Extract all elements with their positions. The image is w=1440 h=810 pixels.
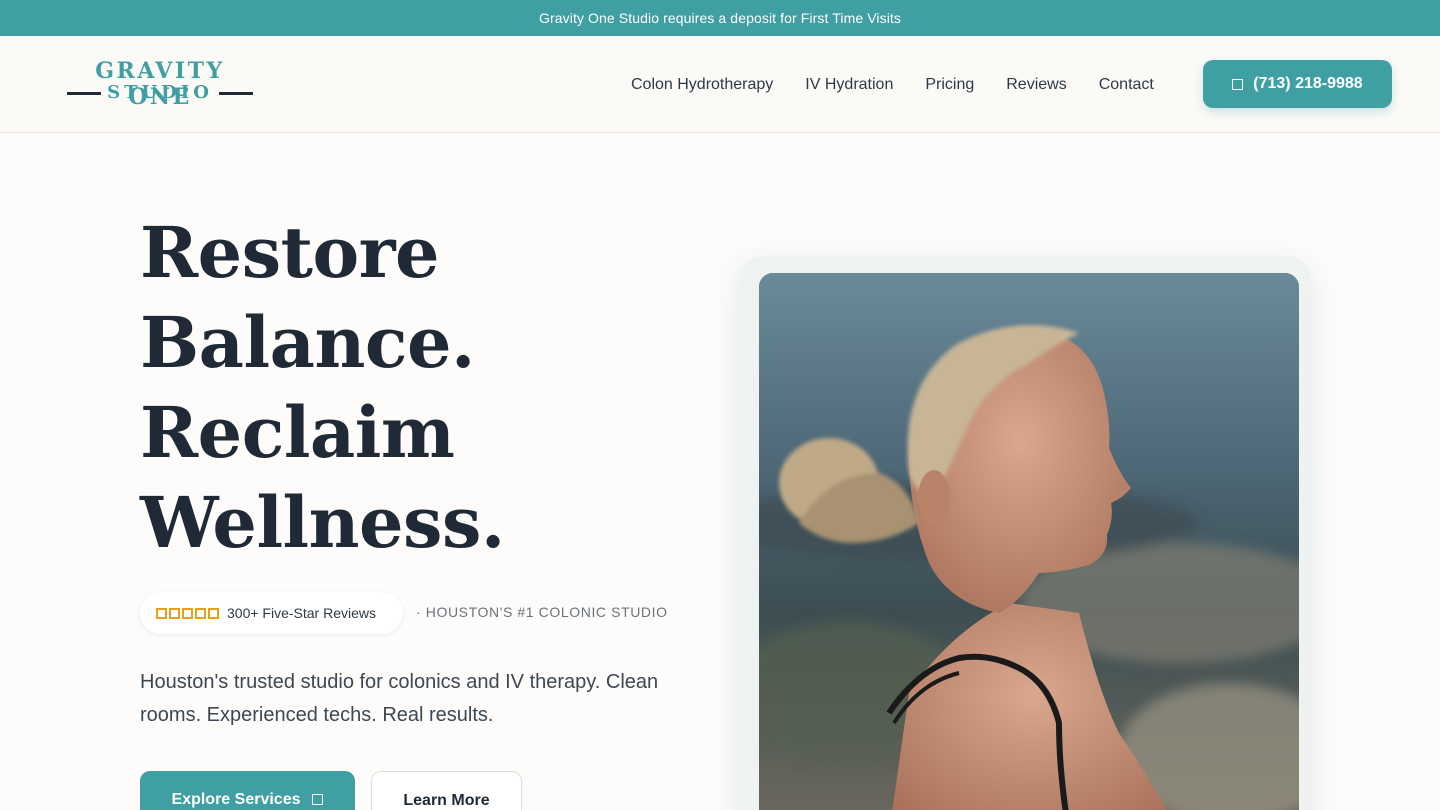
nav-iv-hydration[interactable]: IV Hydration: [789, 73, 909, 97]
nav-colon-hydrotherapy[interactable]: Colon Hydrotherapy: [615, 73, 789, 97]
hero-title-line: Wellness.: [140, 481, 505, 564]
star-icon: [195, 607, 206, 619]
logo-subtitle: STUDIO: [107, 82, 213, 103]
hero-title: Restore Balance. Reclaim Wellness.: [140, 208, 660, 568]
phone-icon: [1232, 78, 1244, 90]
site-header: GRAVITY ONE STUDIO Colon Hydrotherapy IV…: [0, 36, 1440, 133]
phone-button-label: (713) 218-9988: [1253, 75, 1363, 92]
logo[interactable]: GRAVITY ONE STUDIO: [60, 58, 260, 110]
explore-services-label: Explore Services: [171, 791, 301, 808]
logo-rule-left: [67, 91, 102, 95]
hero-title-line: Restore: [140, 211, 440, 294]
hero-title-line: Reclaim: [140, 391, 455, 474]
nav-reviews[interactable]: Reviews: [990, 73, 1082, 97]
phone-button[interactable]: (713) 218-9988: [1203, 60, 1392, 108]
learn-more-label: Learn More: [403, 792, 490, 809]
reviews-badge[interactable]: 300+ Five-Star Reviews: [140, 592, 403, 634]
reviews-badge-text: 300+ Five-Star Reviews: [227, 605, 377, 621]
nav-pricing[interactable]: Pricing: [909, 73, 990, 97]
star-icon: [182, 607, 193, 619]
star-icon: [169, 607, 180, 619]
announcement-text: Gravity One Studio requires a deposit fo…: [539, 10, 901, 26]
main-nav: Colon Hydrotherapy IV Hydration Pricing …: [615, 36, 1170, 133]
hero-lead: Houston's trusted studio for colonics an…: [140, 671, 659, 726]
woman-portrait-illustration: [759, 273, 1299, 810]
star-icon: [208, 607, 219, 619]
explore-services-button[interactable]: Explore Services: [140, 771, 355, 810]
star-rating: [156, 607, 219, 619]
star-icon: [156, 607, 167, 619]
hero-title-line: Balance.: [140, 301, 475, 384]
logo-rule-right: [218, 91, 253, 95]
hero-image: [759, 273, 1299, 810]
nav-contact[interactable]: Contact: [1083, 73, 1170, 97]
announcement-bar: Gravity One Studio requires a deposit fo…: [0, 0, 1440, 36]
hero-tagline: · HOUSTON'S #1 COLONIC STUDIO: [416, 604, 668, 620]
learn-more-button[interactable]: Learn More: [371, 771, 522, 810]
logo-subtitle-row: STUDIO: [60, 82, 260, 104]
arrow-icon: [312, 794, 324, 805]
